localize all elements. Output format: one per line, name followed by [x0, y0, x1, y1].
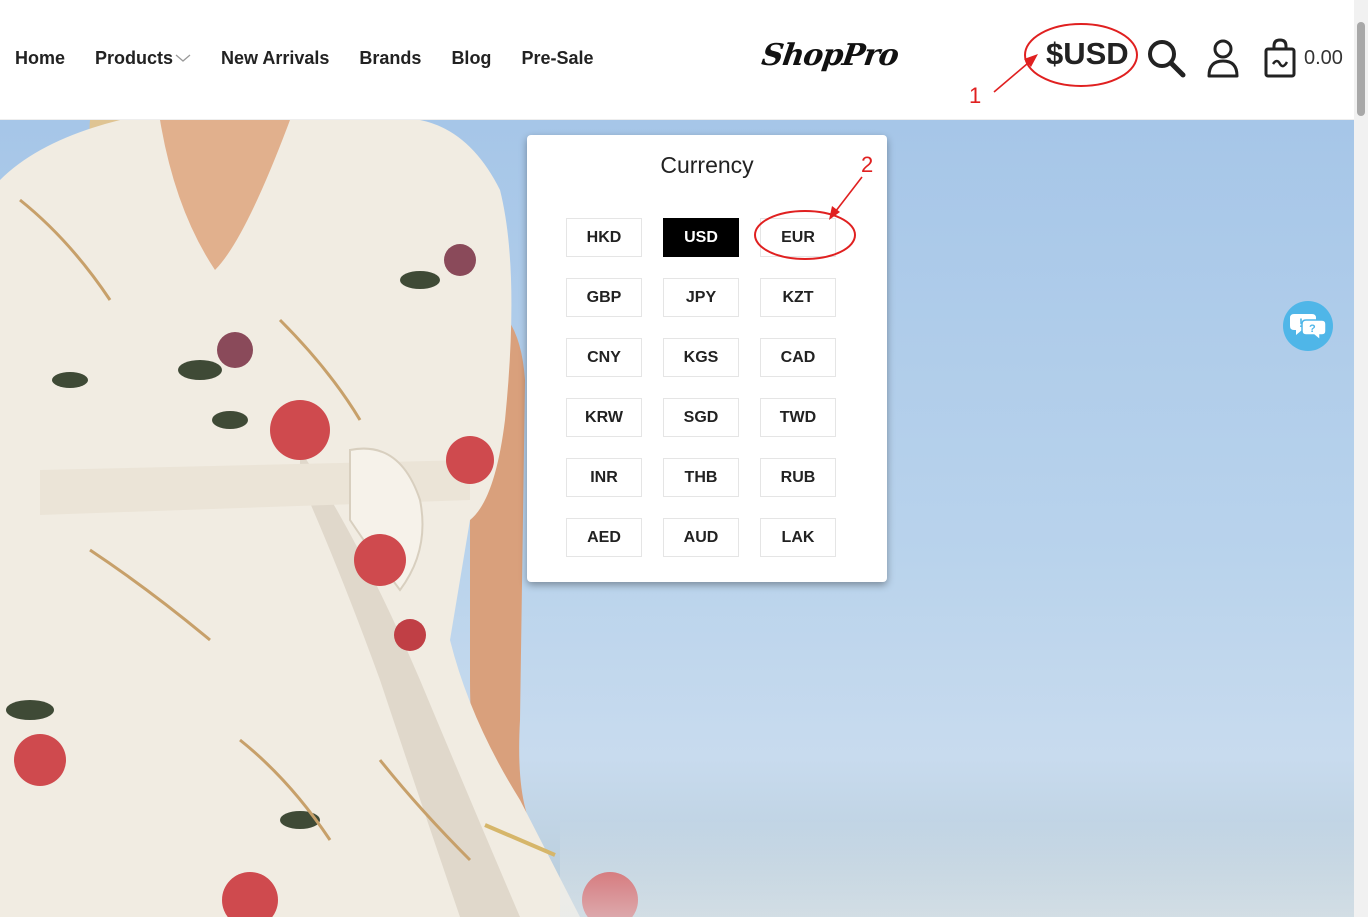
currency-option-AUD[interactable]: AUD [663, 518, 739, 557]
currency-button[interactable]: $USD [1046, 36, 1129, 72]
currency-option-JPY[interactable]: JPY [663, 278, 739, 317]
nav-blog[interactable]: Blog [451, 48, 491, 69]
chat-widget-button[interactable]: ! ? [1283, 301, 1333, 351]
currency-popup: Currency HKD USD EUR GBP JPY KZT CNY KGS… [527, 135, 887, 582]
currency-option-SGD[interactable]: SGD [663, 398, 739, 437]
nav-home[interactable]: Home [15, 48, 65, 69]
currency-options-grid: HKD USD EUR GBP JPY KZT CNY KGS CAD KRW … [566, 218, 836, 557]
currency-option-KGS[interactable]: KGS [663, 338, 739, 377]
currency-option-USD[interactable]: USD [663, 218, 739, 257]
currency-option-THB[interactable]: THB [663, 458, 739, 497]
currency-option-INR[interactable]: INR [566, 458, 642, 497]
currency-option-KRW[interactable]: KRW [566, 398, 642, 437]
svg-text:?: ? [1309, 323, 1316, 335]
svg-text:!: ! [1299, 316, 1303, 330]
shopping-bag-icon[interactable] [1263, 38, 1297, 78]
horizon-haze [560, 820, 1354, 917]
chevron-down-icon [175, 54, 191, 62]
nav-brands[interactable]: Brands [359, 48, 421, 69]
scrollbar-thumb[interactable] [1357, 22, 1365, 116]
main-nav: Home Products New Arrivals Brands Blog P… [15, 48, 623, 69]
search-icon[interactable] [1146, 38, 1186, 78]
page-scrollbar[interactable] [1354, 0, 1368, 917]
currency-option-EUR[interactable]: EUR [760, 218, 836, 257]
cart-total[interactable]: 0.00 [1304, 47, 1343, 70]
currency-option-GBP[interactable]: GBP [566, 278, 642, 317]
nav-new-arrivals[interactable]: New Arrivals [221, 48, 329, 69]
currency-option-KZT[interactable]: KZT [760, 278, 836, 317]
currency-option-RUB[interactable]: RUB [760, 458, 836, 497]
nav-products[interactable]: Products [95, 48, 191, 69]
currency-option-AED[interactable]: AED [566, 518, 642, 557]
annotation-number-2: 2 [861, 152, 874, 177]
user-icon[interactable] [1206, 38, 1240, 78]
nav-pre-sale[interactable]: Pre-Sale [521, 48, 593, 69]
shop-logo[interactable]: ShopPro [760, 38, 901, 73]
currency-option-TWD[interactable]: TWD [760, 398, 836, 437]
currency-option-CNY[interactable]: CNY [566, 338, 642, 377]
annotation-number-1: 1 [969, 83, 982, 108]
currency-option-LAK[interactable]: LAK [760, 518, 836, 557]
currency-popup-title: Currency [660, 152, 754, 178]
site-header: Home Products New Arrivals Brands Blog P… [0, 0, 1354, 120]
chat-bubble-icon: ! ? [1290, 314, 1326, 341]
currency-option-HKD[interactable]: HKD [566, 218, 642, 257]
currency-option-CAD[interactable]: CAD [760, 338, 836, 377]
